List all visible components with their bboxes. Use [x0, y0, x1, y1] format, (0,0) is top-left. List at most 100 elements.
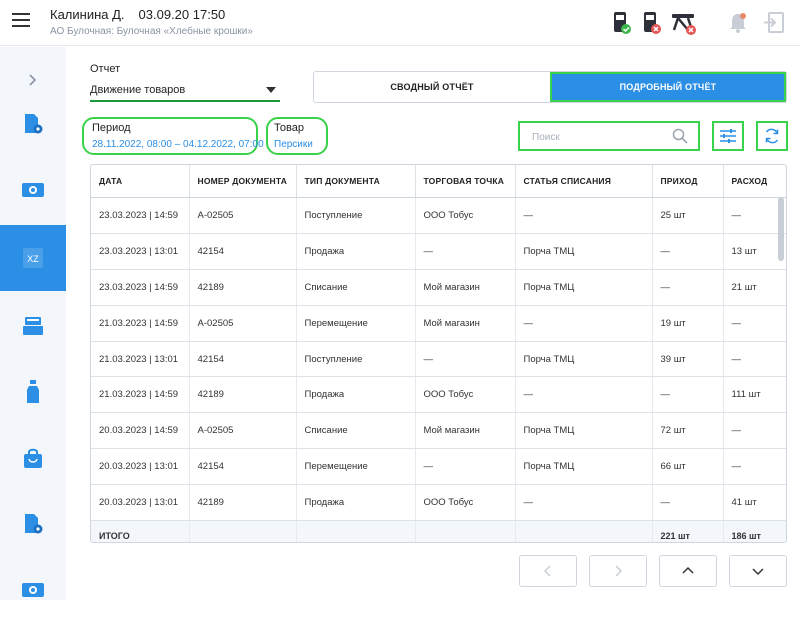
column-header-date[interactable]: ДАТА — [91, 165, 190, 198]
cell-income: — — [652, 484, 724, 522]
movement-table: ДАТА НОМЕР ДОКУМЕНТА ТИП ДОКУМЕНТА ТОРГО… — [90, 164, 787, 543]
cell-expense: — — [723, 412, 786, 450]
column-header-expense[interactable]: РАСХОД — [723, 165, 786, 198]
terminal-error-icon[interactable] — [640, 10, 664, 36]
column-header-writeoff-article[interactable]: СТАТЬЯ СПИСАНИЯ — [515, 165, 653, 198]
cell-expense: — — [723, 341, 786, 378]
money-icon — [22, 183, 44, 197]
cell-doc-number: 42189 — [189, 484, 297, 522]
search-icon[interactable] — [672, 128, 688, 144]
refresh-button[interactable] — [756, 121, 788, 151]
sidebar-item-money[interactable] — [0, 157, 66, 223]
column-header-income[interactable]: ПРИХОД — [652, 165, 724, 198]
menu-icon[interactable] — [12, 13, 30, 29]
report-mode-tabs: СВОДНЫЙ ОТЧЁТ ПОДРОБНЫЙ ОТЧЁТ — [313, 71, 787, 103]
scroll-down-button[interactable] — [729, 555, 787, 587]
cell-store: ООО Тобус — [415, 197, 516, 234]
goods-value[interactable]: Персики — [274, 139, 320, 150]
document-settings-icon — [25, 114, 43, 134]
caret-down-icon — [266, 87, 276, 93]
column-header-doc-number[interactable]: НОМЕР ДОКУМЕНТА — [189, 165, 297, 198]
cell-doc-number: 42189 — [189, 269, 297, 306]
sidebar-item-cash-register[interactable] — [0, 293, 66, 359]
cell-doc-type: Перемещение — [296, 305, 416, 342]
total-income: 221 шт — [652, 520, 724, 542]
table-row[interactable]: 23.03.2023 | 13:01 42154 Продажа — Порча ТМЦ… — [91, 233, 786, 270]
scroll-up-button[interactable] — [659, 555, 717, 587]
cell-store: Мой магазин — [415, 305, 516, 342]
chevron-right-icon — [615, 565, 623, 577]
sidebar-item-documents[interactable] — [0, 91, 66, 157]
cell-store: — — [415, 341, 516, 378]
cell-income: 19 шт — [652, 305, 724, 342]
table-row[interactable]: 20.03.2023 | 13:01 42189 Продажа ООО Тобус —… — [91, 484, 786, 522]
cell-writeoff-article: — — [515, 376, 653, 414]
table-header-row: ДАТА НОМЕР ДОКУМЕНТА ТИП ДОКУМЕНТА ТОРГО… — [91, 165, 786, 198]
report-label: Отчет — [90, 63, 121, 75]
cell-income: 72 шт — [652, 412, 724, 450]
cell-doc-type: Перемещение — [296, 448, 416, 486]
cell-writeoff-article: Порча ТМЦ — [515, 448, 653, 486]
cell-date: 20.03.2023 | 14:59 — [91, 412, 190, 450]
xz-report-icon: XZ — [23, 248, 43, 268]
bell-icon[interactable] — [726, 10, 750, 36]
period-value[interactable]: 28.11.2022, 08:00 – 04.12.2022, 07:00 — [92, 139, 264, 150]
cell-doc-number: А-02505 — [189, 305, 297, 342]
scanner-error-icon[interactable] — [670, 10, 698, 36]
period-filter[interactable]: Период 28.11.2022, 08:00 – 04.12.2022, 0… — [82, 117, 264, 155]
table-row[interactable]: 20.03.2023 | 14:59 А-02505 Списание Мой маг… — [91, 412, 786, 450]
cell-doc-type: Продажа — [296, 233, 416, 270]
cell-date: 23.03.2023 | 13:01 — [91, 233, 190, 270]
table-scrollbar[interactable] — [778, 197, 784, 261]
tab-summary-report[interactable]: СВОДНЫЙ ОТЧЁТ — [314, 72, 550, 102]
xz-report-label: XZ — [27, 254, 39, 264]
table-row[interactable]: 23.03.2023 | 14:59 42189 Списание Мой магаз… — [91, 269, 786, 306]
sidebar-item-xz-report[interactable]: XZ — [0, 225, 66, 291]
total-label: ИТОГО — [91, 520, 190, 542]
goods-filter[interactable]: Товар Персики — [266, 117, 328, 155]
page-next-button[interactable] — [589, 555, 647, 587]
total-empty-cell — [415, 520, 516, 542]
cell-store: — — [415, 448, 516, 486]
tab-detailed-report[interactable]: ПОДРОБНЫЙ ОТЧЁТ — [550, 72, 786, 102]
top-bar: Калинина Д. 03.09.20 17:50 АО Булочная: Б… — [0, 0, 800, 46]
search-field[interactable] — [518, 121, 700, 151]
chevron-left-icon — [543, 565, 551, 577]
table-row[interactable]: 21.03.2023 | 13:01 42154 Поступление — Порча… — [91, 341, 786, 378]
cell-writeoff-article: Порча ТМЦ — [515, 269, 653, 306]
sidebar-item-documents-2[interactable] — [0, 491, 66, 557]
cell-expense: 21 шт — [723, 269, 786, 306]
table-row[interactable]: 20.03.2023 | 13:01 42154 Перемещение — Порча… — [91, 448, 786, 486]
table-row[interactable]: 21.03.2023 | 14:59 42189 Продажа ООО Тобус —… — [91, 376, 786, 414]
cell-date: 21.03.2023 | 14:59 — [91, 305, 190, 342]
report-type-select[interactable]: Движение товаров — [90, 80, 280, 102]
cell-writeoff-article: — — [515, 484, 653, 522]
cell-expense: — — [723, 448, 786, 486]
total-empty-cell — [515, 520, 653, 542]
cell-doc-type: Продажа — [296, 376, 416, 414]
logout-icon[interactable] — [762, 10, 786, 36]
cell-store: — — [415, 233, 516, 270]
column-header-doc-type[interactable]: ТИП ДОКУМЕНТА — [296, 165, 416, 198]
session-datetime: 03.09.20 17:50 — [138, 7, 226, 22]
cell-income: — — [652, 233, 724, 270]
filter-settings-button[interactable] — [712, 121, 744, 151]
cell-date: 21.03.2023 | 14:59 — [91, 376, 190, 414]
page-prev-button[interactable] — [519, 555, 577, 587]
total-empty-cell — [296, 520, 416, 542]
cell-date: 23.03.2023 | 14:59 — [91, 197, 190, 234]
sidebar-item-money-2[interactable] — [0, 557, 66, 623]
sidebar-item-products[interactable] — [0, 359, 66, 425]
document-settings-icon — [25, 514, 43, 534]
column-header-store[interactable]: ТОРГОВАЯ ТОЧКА — [415, 165, 516, 198]
sidebar-item-orders[interactable] — [0, 425, 66, 491]
cell-doc-number: 42154 — [189, 448, 297, 486]
table-row[interactable]: 23.03.2023 | 14:59 А-02505 Поступление ООО … — [91, 197, 786, 234]
refresh-icon — [765, 128, 779, 144]
terminal-ok-icon[interactable] — [610, 10, 634, 36]
cell-date: 23.03.2023 | 14:59 — [91, 269, 190, 306]
cell-doc-type: Списание — [296, 269, 416, 306]
table-row[interactable]: 21.03.2023 | 14:59 А-02505 Перемещение Мой … — [91, 305, 786, 342]
cell-date: 20.03.2023 | 13:01 — [91, 484, 190, 522]
search-input[interactable] — [530, 129, 664, 145]
